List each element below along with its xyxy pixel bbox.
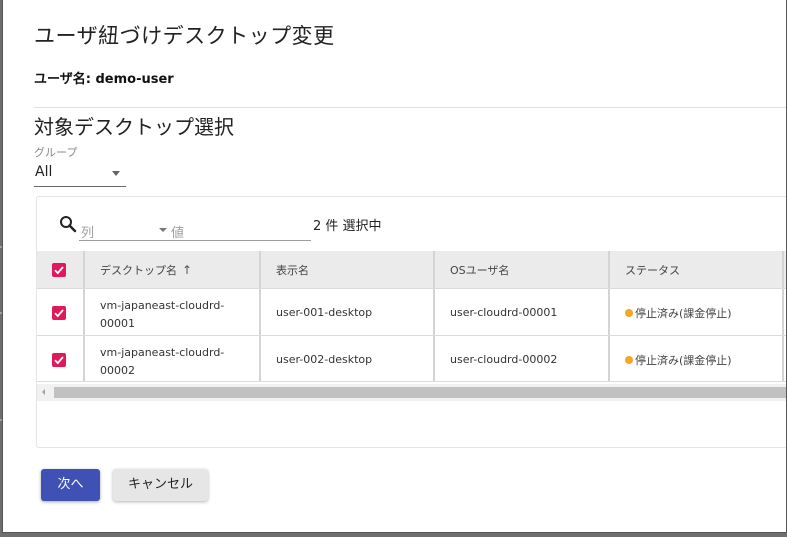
status-dot-icon	[625, 309, 633, 317]
table-row[interactable]: vm-japaneast-cloudrd- 00001 user-001-des…	[37, 288, 786, 335]
table-header-row: デスクトップ名 ↑ 表示名 OSユーザ名 ステータス	[37, 251, 786, 288]
row-checkbox[interactable]	[52, 306, 66, 320]
desktop-table-card: 列 値 2 件 選択中 デスクトップ名 ↑ 表示名 OSユーザ名 ステータス v…	[36, 196, 786, 448]
os-user: user-cloudrd-00002	[450, 353, 558, 366]
filter-value-input[interactable]: 値	[171, 217, 311, 241]
status-dot-icon	[625, 356, 633, 364]
column-header-label: 表示名	[276, 264, 309, 277]
group-select-value: All	[35, 164, 53, 180]
desktop-name-cell: vm-japaneast-cloudrd- 00002	[85, 336, 261, 381]
column-header-status[interactable]: ステータス	[610, 251, 784, 288]
user-name-label: ユーザ名: demo-user	[34, 72, 174, 87]
column-header-label: ステータス	[625, 264, 680, 277]
dialog-title: ユーザ紐づけデスクトップ変更	[34, 24, 335, 48]
status-cell: 停止済み(課金停止)	[610, 289, 784, 335]
column-header-desktop-name[interactable]: デスクトップ名 ↑	[85, 251, 261, 288]
column-header-label: OSユーザ名	[450, 264, 510, 277]
display-name-cell: user-001-desktop	[261, 289, 435, 335]
desktop-name-cell: vm-japaneast-cloudrd- 00001	[85, 289, 261, 335]
search-icon	[60, 216, 77, 233]
check-icon	[54, 266, 64, 275]
filter-column-select[interactable]: 列	[79, 217, 171, 241]
check-icon	[54, 309, 64, 318]
display-name: user-002-desktop	[276, 353, 373, 366]
column-header-display-name[interactable]: 表示名	[261, 251, 435, 288]
group-label: グループ	[34, 146, 78, 159]
table-row[interactable]: vm-japaneast-cloudrd- 00002 user-002-des…	[37, 335, 786, 382]
select-all-checkbox[interactable]	[52, 263, 66, 277]
selected-count: 2 件 選択中	[313, 219, 382, 234]
section-title: 対象デスクトップ選択	[34, 115, 234, 139]
divider	[34, 107, 786, 108]
os-user: user-cloudrd-00001	[450, 306, 558, 319]
scrollbar-thumb[interactable]	[54, 387, 786, 398]
row-select-cell	[37, 289, 85, 335]
header-select-all-cell	[37, 251, 85, 288]
column-header-label: デスクトップ名	[100, 264, 177, 277]
check-icon	[54, 356, 64, 365]
chevron-down-icon	[159, 228, 167, 232]
desktop-name-line2: 00001	[100, 317, 135, 330]
group-select[interactable]: All	[34, 160, 126, 187]
status-cell: 停止済み(課金停止)	[610, 336, 784, 381]
os-user-cell: user-cloudrd-00002	[435, 336, 610, 381]
desktop-name-line1: vm-japaneast-cloudrd-	[100, 346, 225, 359]
row-checkbox[interactable]	[52, 353, 66, 367]
status-text: 停止済み(課金停止)	[635, 354, 732, 367]
cancel-button[interactable]: キャンセル	[113, 469, 208, 501]
sort-ascending-icon[interactable]: ↑	[182, 263, 192, 277]
chevron-down-icon	[112, 171, 120, 176]
horizontal-scrollbar[interactable]	[37, 384, 786, 401]
column-header-os-user[interactable]: OSユーザ名	[435, 251, 610, 288]
display-name-cell: user-002-desktop	[261, 336, 435, 381]
display-name: user-001-desktop	[276, 306, 373, 319]
filter-value-placeholder: 値	[171, 226, 185, 241]
row-select-cell	[37, 336, 85, 381]
desktop-name-line2: 00002	[100, 364, 135, 377]
desktop-name-line1: vm-japaneast-cloudrd-	[100, 299, 225, 312]
scroll-left-icon[interactable]	[39, 387, 49, 397]
status-text: 停止済み(課金停止)	[635, 307, 732, 320]
next-button[interactable]: 次へ	[41, 469, 100, 501]
change-desktop-dialog: ユーザ紐づけデスクトップ変更 ユーザ名: demo-user 対象デスクトップ選…	[2, 0, 787, 533]
os-user-cell: user-cloudrd-00001	[435, 289, 610, 335]
filter-column-placeholder: 列	[81, 226, 95, 241]
